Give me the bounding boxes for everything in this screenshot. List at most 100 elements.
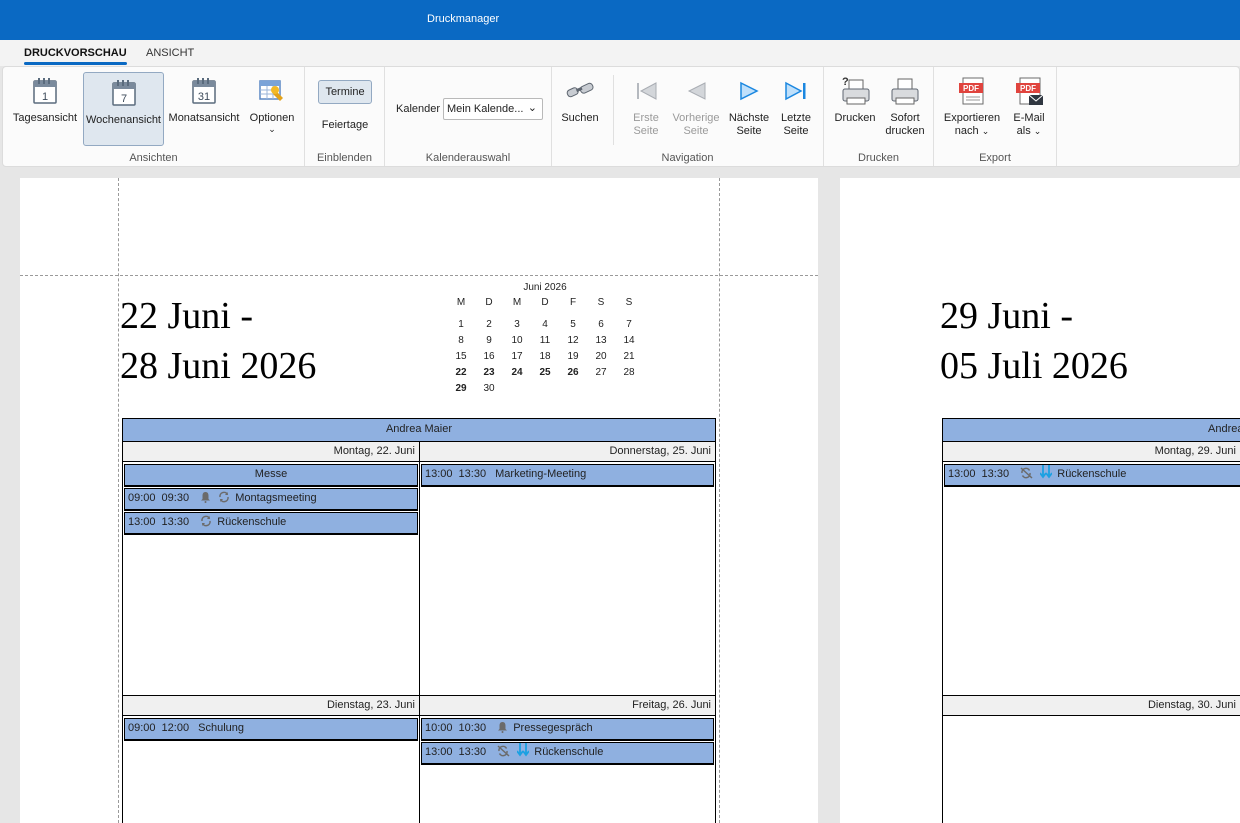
ribbon-tabs: DRUCKVORSCHAU ANSICHT (0, 40, 1240, 66)
svg-text:7: 7 (120, 93, 126, 105)
chevron-down-icon: ⌄ (981, 126, 990, 136)
event-end: 12:00 (161, 722, 190, 734)
mini-calendar-day[interactable]: 26 (559, 367, 587, 378)
event-marketing-meeting[interactable]: 13:00 13:30 Marketing-Meeting (421, 464, 714, 487)
suchen-button[interactable]: Suchen (558, 71, 602, 145)
event-end: 13:30 (161, 516, 190, 528)
mini-calendar-weekday: D (541, 297, 549, 308)
resource-name: Andrea (1208, 423, 1240, 435)
mini-calendar-weekday: M (456, 297, 466, 308)
event-title: Rückenschule (534, 746, 604, 758)
event-rueckenschule-fri[interactable]: 13:00 13:30 Rückenschule (421, 742, 714, 765)
mini-calendar-day[interactable]: 5 (559, 319, 587, 330)
wochenansicht-button[interactable]: 7 Wochenansicht (83, 72, 164, 146)
mini-calendar-weekday: F (569, 297, 577, 308)
letzte-seite-button[interactable]: Letzte Seite (776, 71, 816, 145)
window-title: Druckmanager (427, 13, 500, 25)
mini-calendar-day[interactable]: 18 (531, 351, 559, 362)
event-rueckenschule[interactable]: 13:00 13:30 Rückenschule (124, 512, 418, 535)
event-montagsmeeting[interactable]: 09:00 09:30 Montagsmeeting (124, 488, 418, 511)
tagesansicht-button[interactable]: 1 Tagesansicht (11, 71, 79, 145)
title-bar: Druckmanager (0, 0, 1240, 40)
binoculars-icon (566, 82, 594, 98)
mini-calendar-day[interactable]: 21 (615, 351, 643, 362)
date-range-line-2: 05 Juli 2026 (940, 345, 1128, 387)
mini-calendar-day[interactable]: 17 (503, 351, 531, 362)
mini-calendar-day[interactable]: 19 (559, 351, 587, 362)
erste-seite-button[interactable]: Erste Seite (626, 71, 666, 145)
mini-calendar-day[interactable]: 20 (587, 351, 615, 362)
kalender-select-value: Mein Kalende... (447, 103, 524, 115)
email-button[interactable]: PDF E-Mail als ⌄ (1008, 71, 1050, 145)
arrows-down-icon (517, 743, 530, 757)
mini-calendar-day[interactable]: 29 (447, 383, 475, 394)
resource-header: Andrea (942, 418, 1240, 442)
svg-text:PDF: PDF (963, 84, 979, 93)
vorherige-seite-button[interactable]: Vorherige Seite (670, 71, 722, 145)
naechste-seite-button[interactable]: Nächste Seite (726, 71, 772, 145)
termine-toggle[interactable]: Termine (318, 80, 372, 104)
kalender-select[interactable]: Mein Kalende... ⌄ (443, 98, 543, 120)
mini-calendar-day[interactable]: 13 (587, 335, 615, 346)
mini-calendar-day[interactable]: 28 (615, 367, 643, 378)
day-header-monday: Montag, 29. Juni (942, 442, 1240, 462)
sofort-drucken-button[interactable]: Sofort drucken (882, 71, 928, 145)
day-header-monday: Montag, 22. Juni (122, 442, 420, 462)
mini-calendar-day[interactable]: 15 (447, 351, 475, 362)
mini-calendar-day[interactable]: 16 (475, 351, 503, 362)
event-rueckenschule[interactable]: 13:00 13:30 Rückenschule (944, 464, 1240, 487)
mini-calendar-day[interactable]: 9 (475, 335, 503, 346)
mini-calendar-day[interactable]: 23 (475, 367, 503, 378)
tagesansicht-label: Tagesansicht (12, 112, 78, 124)
monatsansicht-button[interactable]: 31 Monatsansicht (168, 71, 240, 145)
group-label-navigation: Navigation (661, 152, 714, 164)
day-header-thursday: Donnerstag, 25. Juni (419, 442, 716, 462)
group-label-drucken: Drucken (858, 152, 899, 164)
margin-guide (20, 275, 818, 276)
chevron-down-icon: ⌄ (1033, 126, 1042, 136)
drucken-button[interactable]: ? Drucken (832, 71, 878, 145)
exportieren-button[interactable]: PDF Exportieren nach ⌄ (940, 71, 1004, 145)
event-title: Marketing-Meeting (495, 468, 587, 480)
optionen-label: Optionen (249, 112, 295, 124)
event-pressegespraech[interactable]: 10:00 10:30 Pressegespräch (421, 718, 714, 741)
feiertage-toggle[interactable]: Feiertage (315, 119, 375, 137)
event-messe[interactable]: Messe (124, 464, 418, 487)
mini-calendar-day[interactable]: 6 (587, 319, 615, 330)
first-page-icon (637, 82, 657, 100)
preview-page-1: 22 Juni - 28 Juni 2026 Juni 2026 M D M D F S S… (20, 178, 818, 823)
mini-calendar-day[interactable]: 2 (475, 319, 503, 330)
event-title: Pressegespräch (513, 722, 593, 734)
mini-calendar-day[interactable]: 3 (503, 319, 531, 330)
sofort-drucken-label-1: Sofort (890, 112, 920, 124)
event-start: 13:00 (425, 746, 453, 758)
bell-icon (201, 492, 211, 503)
optionen-button[interactable]: Optionen ⌄ (245, 71, 299, 145)
mini-calendar-day[interactable]: 12 (559, 335, 587, 346)
mini-calendar-day[interactable]: 7 (615, 319, 643, 330)
mini-calendar-day[interactable]: 1 (447, 319, 475, 330)
date-range-line-1: 29 Juni - (940, 295, 1073, 337)
mini-calendar-day[interactable]: 27 (587, 367, 615, 378)
monatsansicht-label: Monatsansicht (168, 112, 240, 124)
svg-text:?: ? (842, 76, 849, 88)
event-schulung[interactable]: 09:00 12:00 Schulung (124, 718, 418, 741)
mini-calendar-day[interactable]: 11 (531, 335, 559, 346)
group-label-einblenden: Einblenden (316, 152, 373, 164)
mini-calendar-day[interactable]: 24 (503, 367, 531, 378)
mini-calendar-day[interactable]: 10 (503, 335, 531, 346)
previous-page-icon (687, 82, 706, 100)
mini-calendar-day[interactable]: 8 (447, 335, 475, 346)
tab-druckvorschau[interactable]: DRUCKVORSCHAU (24, 47, 127, 65)
mini-calendar-day[interactable]: 4 (531, 319, 559, 330)
mini-calendar-day[interactable]: 25 (531, 367, 559, 378)
event-end: 13:30 (981, 468, 1010, 480)
mini-calendar-day[interactable]: 14 (615, 335, 643, 346)
day-header-tuesday: Dienstag, 23. Juni (122, 696, 420, 716)
mini-calendar-day[interactable]: 30 (475, 383, 503, 394)
drucken-label: Drucken (834, 112, 876, 124)
recurrence-icon (219, 491, 229, 503)
divider (613, 75, 614, 145)
tab-ansicht[interactable]: ANSICHT (146, 47, 194, 59)
mini-calendar-day[interactable]: 22 (447, 367, 475, 378)
